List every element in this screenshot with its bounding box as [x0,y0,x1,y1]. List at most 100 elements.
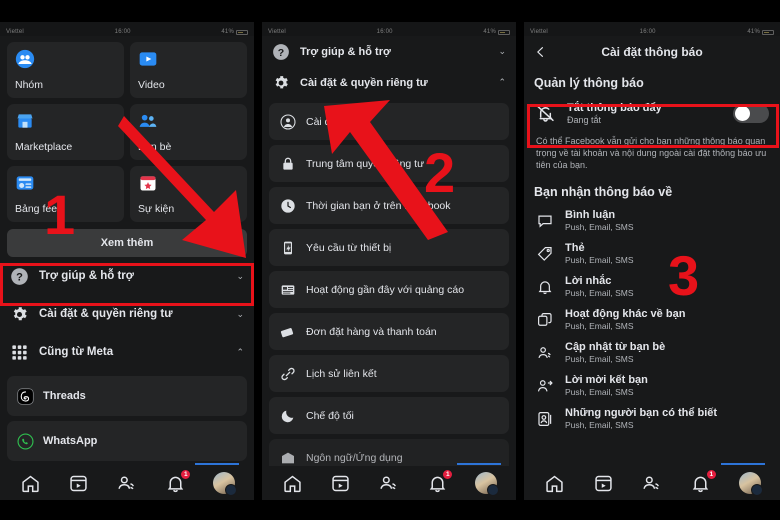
battery-icon [236,29,248,35]
status-bar-right: Viettel 16:00 41% [524,22,780,36]
row-label: Trợ giúp & hỗ trợ [39,270,134,282]
menu-item-link-history[interactable]: Lịch sử liên kết [269,355,509,392]
bell-off-icon [535,103,556,124]
status-battery: 41% [747,29,774,35]
help-circle-icon: ? [272,43,290,61]
profile-avatar [738,472,763,496]
friends-icon [138,111,158,131]
battery-percent-text: 41% [483,29,496,35]
tile-label: Marketplace [15,141,73,153]
nav-friends[interactable] [110,470,144,496]
nav-reels[interactable] [324,470,358,496]
notification-type-people-you-may-know[interactable]: Những người bạn có thể biết Push, Email,… [524,402,780,435]
nav-home[interactable] [275,470,309,496]
grid-apps-icon [10,343,29,362]
menu-item-settings[interactable]: Cài đặt [269,103,509,140]
tile-video[interactable]: Video [130,42,247,98]
row-also-from-meta[interactable]: Cũng từ Meta ⌃ [0,333,254,371]
nav-notifications[interactable]: 1 [684,469,718,496]
people-you-may-know-icon [536,410,554,428]
see-more-button[interactable]: Xem thêm [7,229,247,257]
chevron-down-icon: ⌄ [498,46,506,56]
tag-icon [536,245,554,263]
notification-type-label: Hoạt động khác về bạn [565,308,686,321]
home-icon [20,473,41,494]
notification-type-friend-requests[interactable]: Lời mời kết bạn Push, Email, SMS [524,369,780,402]
mute-text-group: Tắt thông báo đẩy Đang tắt [567,102,722,125]
home-icon [544,473,565,494]
row-settings-and-privacy[interactable]: Cài đặt & quyền riêng tư ⌄ [0,295,254,333]
notification-channels: Push, Email, SMS [565,321,634,332]
notification-type-comments[interactable]: Bình luận Push, Email, SMS [524,204,780,237]
tile-groups[interactable]: Nhóm [7,42,124,98]
status-carrier: Viettel [6,29,24,35]
help-circle-icon: ? [10,267,29,286]
nav-profile[interactable] [194,463,241,496]
tile-marketplace[interactable]: Marketplace [7,104,124,160]
menu-item-orders-and-payments[interactable]: Đơn đặt hàng và thanh toán [269,313,509,350]
nav-reels[interactable] [586,470,620,496]
menu-item-device-requests[interactable]: Yêu cầu từ thiết bị [269,229,509,266]
tile-label: Sự kiện [138,203,175,215]
menu-item-dark-mode[interactable]: Chế độ tối [269,397,509,434]
status-bar-left: Viettel 16:00 41% [0,22,254,36]
notification-type-tags[interactable]: Thẻ Push, Email, SMS [524,237,780,270]
row-help-and-support[interactable]: ? Trợ giúp & hỗ trợ ⌄ [262,36,516,67]
active-tab-underline [194,463,239,465]
phone-screen-left: Viettel 16:00 41% Nhóm Video Marketplace… [0,22,254,500]
row-label: Cài đặt & quyền riêng tư [39,308,173,320]
mute-status: Đang tắt [567,115,602,125]
friends-nav-icon [378,473,399,494]
menu-item-label: Hoạt động gần đây với quảng cáo [306,283,465,296]
meta-app-whatsapp[interactable]: WhatsApp [7,421,247,461]
battery-percent-text: 41% [221,29,234,35]
tile-feed[interactable]: Bảng feed [7,166,124,222]
language-icon [280,450,296,466]
row-settings-and-privacy[interactable]: Cài đặt & quyền riêng tư ⌃ [262,67,516,98]
nav-notifications[interactable]: 1 [420,469,454,496]
notification-channels: Push, Email, SMS [565,222,634,233]
nav-friends[interactable] [635,470,669,496]
marketplace-icon [15,111,35,131]
row-label: Cũng từ Meta [39,346,114,358]
reels-icon [68,473,89,494]
notification-channels: Push, Email, SMS [565,255,634,266]
nav-notifications[interactable]: 1 [158,469,192,496]
menu-item-label: Ngôn ngữ/Ứng dụng [306,451,403,464]
menu-item-recent-ad-activity[interactable]: Hoạt động gần đây với quảng cáo [269,271,509,308]
menu-item-label: Đơn đặt hàng và thanh toán [306,325,437,338]
chevron-left-icon[interactable] [534,44,547,60]
mute-push-notifications-row[interactable]: Tắt thông báo đẩy Đang tắt [524,95,780,132]
mute-toggle-switch[interactable] [733,104,769,123]
row-help-and-support[interactable]: ? Trợ giúp & hỗ trợ ⌄ [0,257,254,295]
status-carrier: Viettel [530,29,548,35]
battery-percent-text: 41% [747,29,760,35]
nav-friends[interactable] [372,470,406,496]
row-label: Trợ giúp & hỗ trợ [300,45,391,58]
row-label: Cài đặt & quyền riêng tư [300,76,428,89]
shortcut-tile-grid: Nhóm Video Marketplace Bạn bè Bảng feed … [0,36,254,222]
notification-type-reminders[interactable]: Lời nhắc Push, Email, SMS [524,270,780,303]
tile-events[interactable]: Sự kiện [130,166,247,222]
bottom-nav-middle: 1 [262,463,516,500]
nav-reels[interactable] [62,470,96,496]
menu-item-label: Yêu cầu từ thiết bị [306,241,392,254]
lock-icon [280,156,296,172]
video-icon [138,49,158,69]
nav-profile[interactable] [720,463,767,496]
nav-home[interactable] [537,470,571,496]
menu-item-privacy-center[interactable]: Trung tâm quyền riêng tư [269,145,509,182]
friends-update-icon [536,344,554,362]
notification-type-other-activity[interactable]: Hoạt động khác về bạn Push, Email, SMS [524,303,780,336]
reels-icon [330,473,351,494]
notification-type-friend-updates[interactable]: Cập nhật từ bạn bè Push, Email, SMS [524,336,780,369]
meta-app-threads[interactable]: Threads [7,376,247,416]
notification-type-label: Bình luận [565,209,616,222]
tile-friends[interactable]: Bạn bè [130,104,247,160]
account-circle-icon [280,113,296,130]
notification-type-label: Lời nhắc [565,275,612,288]
nav-home[interactable] [13,470,47,496]
menu-item-time-on-facebook[interactable]: Thời gian bạn ở trên Facebook [269,187,509,224]
nav-profile[interactable] [456,463,503,496]
notification-type-text: Hoạt động khác về bạn Push, Email, SMS [565,308,685,331]
